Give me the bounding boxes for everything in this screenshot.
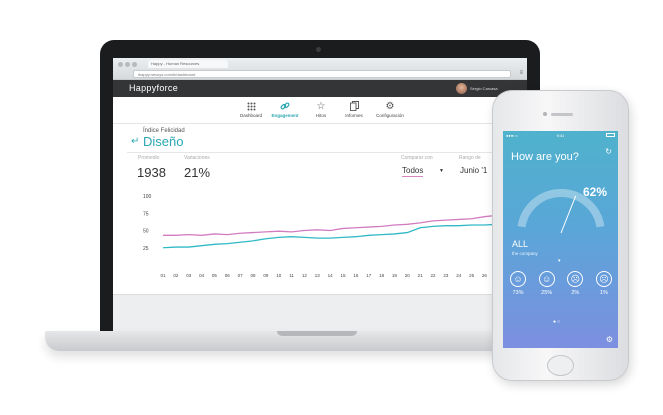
trackpad-notch xyxy=(277,331,357,336)
gear-icon: ⚙ xyxy=(385,100,395,112)
avatar[interactable] xyxy=(456,83,467,94)
mood-percent: 2% xyxy=(571,290,580,296)
x-tick-label: 13 xyxy=(315,273,321,278)
mood-percent: 73% xyxy=(512,290,524,296)
browser-tab[interactable]: Happy - Human Resources xyxy=(148,60,228,68)
user-name[interactable]: Sergio Carcasa xyxy=(470,86,498,91)
settings-gear-icon[interactable]: ⚙ xyxy=(606,335,613,344)
series-line-1 xyxy=(162,222,524,249)
x-tick-label: 01 xyxy=(160,273,166,278)
mood-breakdown: ☺ 73% ☺ 25% ☹ 2% ☹ 1% xyxy=(508,271,614,296)
page-indicator[interactable]: ●○ xyxy=(553,319,561,325)
laptop-screen: Happy - Human Resources ihappy.nexuys.co… xyxy=(113,58,527,336)
x-tick-label: 18 xyxy=(379,273,385,278)
nav-item-configuracion[interactable]: ⚙ Configuración xyxy=(368,99,412,119)
sad-face-icon: ☹ xyxy=(567,271,584,287)
main-nav: Dashboard Engagement ☆ Hitos Informes ⚙ xyxy=(113,97,527,124)
y-tick-label: 100 xyxy=(143,194,152,200)
x-tick-label: 26 xyxy=(482,273,488,278)
home-button[interactable] xyxy=(547,355,574,376)
mood-happy[interactable]: ☺ 25% xyxy=(537,271,557,296)
x-tick-label: 19 xyxy=(392,273,398,278)
x-tick-label: 03 xyxy=(186,273,192,278)
happiness-percent: 62% xyxy=(583,185,608,199)
x-tick-label: 16 xyxy=(353,273,359,278)
y-tick-label: 25 xyxy=(143,246,149,252)
x-tick-label: 09 xyxy=(263,273,269,278)
group-subtitle: the company xyxy=(512,251,538,256)
screen-footer xyxy=(113,294,527,336)
mood-percent: 1% xyxy=(599,290,608,296)
phone: ●●●○○ 9:41 How are you? ↻ 62% ALL the co… xyxy=(492,90,629,381)
x-tick-label: 23 xyxy=(443,273,449,278)
x-tick-label: 21 xyxy=(418,273,424,278)
x-tick-label: 08 xyxy=(250,273,256,278)
series-line-0 xyxy=(163,212,524,236)
y-tick-label: 50 xyxy=(143,229,149,235)
browser-menu-icon[interactable]: ≡ xyxy=(519,70,523,76)
app-header: Happyforce Sergio Carcasa xyxy=(113,80,527,97)
mood-very-sad[interactable]: ☹ 1% xyxy=(594,271,614,296)
y-tick-label: 75 xyxy=(143,211,149,217)
very-sad-face-icon: ☹ xyxy=(595,271,612,287)
x-tick-label: 15 xyxy=(340,273,346,278)
mood-very-happy[interactable]: ☺ 73% xyxy=(508,271,528,296)
nav-label: Configuración xyxy=(376,113,404,118)
x-tick-label: 14 xyxy=(328,273,334,278)
phone-speaker xyxy=(551,113,573,116)
x-tick-label: 06 xyxy=(225,273,231,278)
x-tick-label: 07 xyxy=(238,273,244,278)
x-tick-label: 05 xyxy=(212,273,218,278)
x-tick-label: 12 xyxy=(302,273,308,278)
phone-camera xyxy=(543,112,547,116)
mood-percent: 25% xyxy=(541,290,553,296)
window-controls[interactable] xyxy=(118,62,137,67)
laptop: Happy - Human Resources ihappy.nexuys.co… xyxy=(100,40,540,336)
app-logo[interactable]: Happyforce xyxy=(129,83,178,93)
x-tick-label: 11 xyxy=(289,273,294,278)
address-bar[interactable]: ihappy.nexuys.com/#/dashboard xyxy=(133,70,511,78)
group-name[interactable]: ALL xyxy=(512,239,528,249)
browser-chrome: Happy - Human Resources ihappy.nexuys.co… xyxy=(113,58,527,80)
happy-face-icon: ☺ xyxy=(538,271,555,287)
close-dot-icon[interactable] xyxy=(118,62,123,67)
x-tick-label: 04 xyxy=(199,273,205,278)
x-tick-label: 10 xyxy=(276,273,282,278)
x-tick-label: 02 xyxy=(173,273,179,278)
x-tick-label: 25 xyxy=(469,273,475,278)
very-happy-face-icon: ☺ xyxy=(510,271,526,287)
x-tick-label: 20 xyxy=(405,273,411,278)
maximize-dot-icon[interactable] xyxy=(132,62,137,67)
minimize-dot-icon[interactable] xyxy=(125,62,130,67)
gauge-needle xyxy=(560,195,577,234)
webcam xyxy=(316,47,321,52)
mood-sad[interactable]: ☹ 2% xyxy=(565,271,585,296)
x-tick-label: 22 xyxy=(430,273,436,278)
chevron-down-icon[interactable]: ▾ xyxy=(558,258,561,264)
x-tick-label: 24 xyxy=(456,273,462,278)
phone-screen: ●●●○○ 9:41 How are you? ↻ 62% ALL the co… xyxy=(503,131,618,348)
x-tick-label: 17 xyxy=(366,273,372,278)
